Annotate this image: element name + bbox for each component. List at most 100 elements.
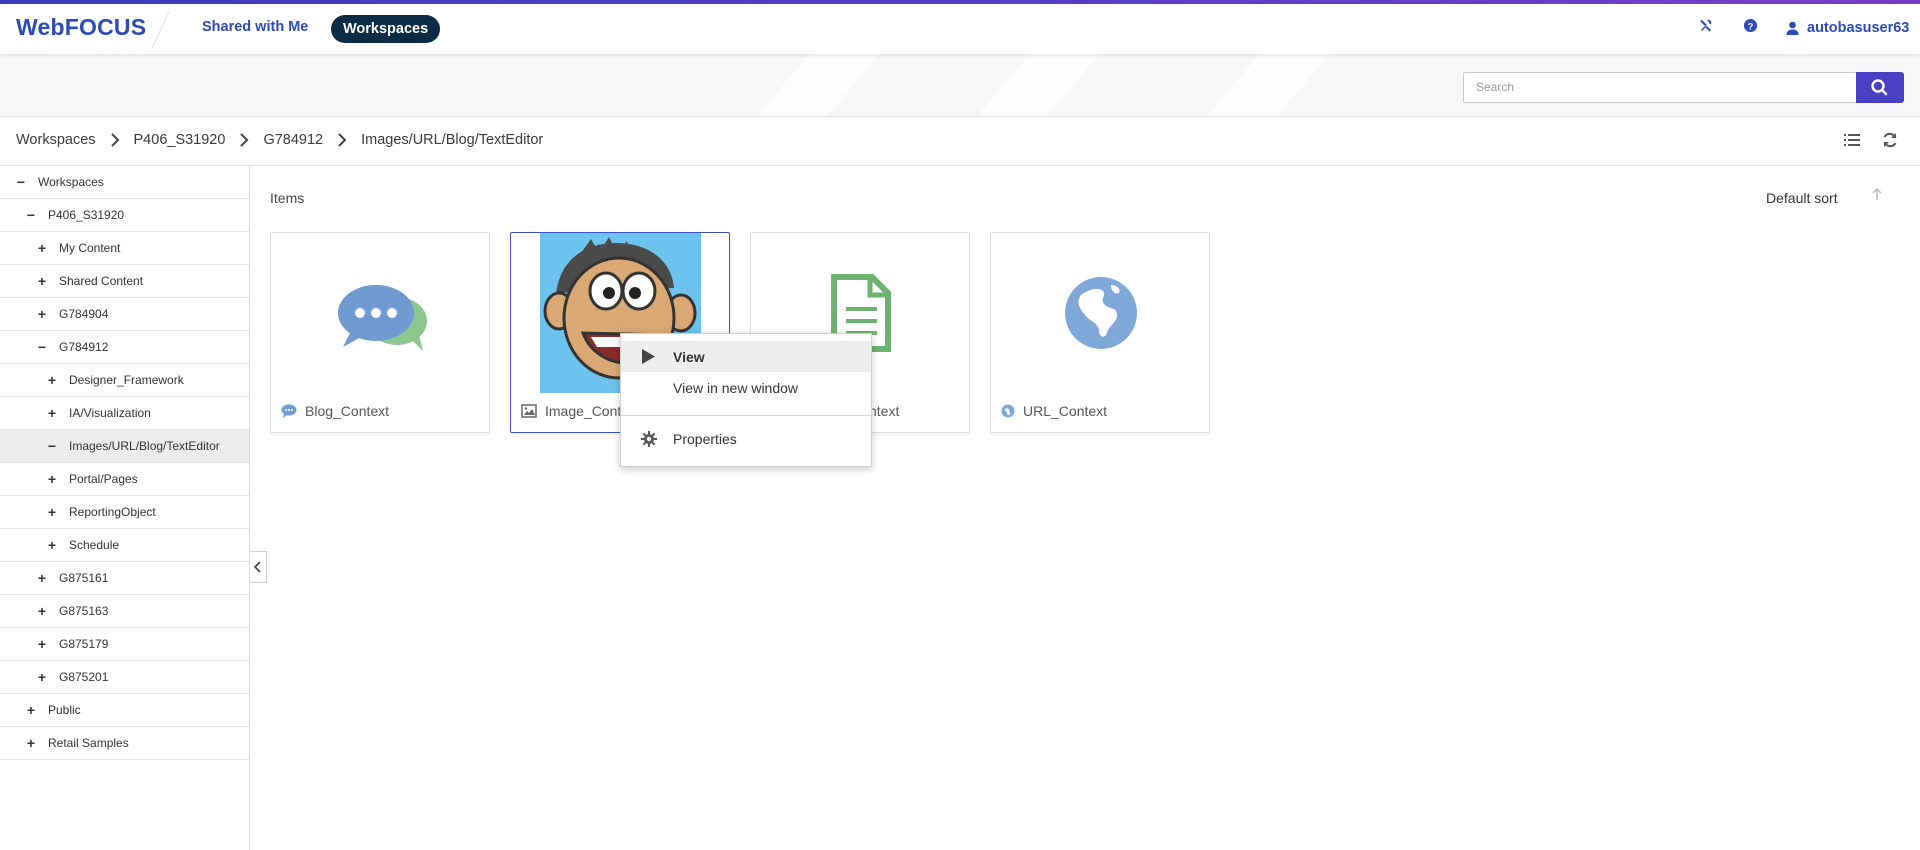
tree-item-label: G875179 [59,637,109,651]
chat-icon [281,404,297,418]
card-title: Image_Cont [521,403,621,419]
item-card-url[interactable]: URL_Context [990,232,1210,433]
tree-toggle-icon[interactable]: + [37,306,47,322]
tree-item[interactable]: − G784912 [0,331,249,364]
tree-item-label: Designer_Framework [69,373,184,387]
tree-item-label: Images/URL/Blog/TextEditor [69,439,220,453]
breadcrumb-bar: Workspaces P406_S31920 G784912 Images/UR… [0,117,1920,166]
tree-toggle-icon[interactable]: − [26,207,36,223]
tree-toggle-icon[interactable]: + [37,603,47,619]
search-button[interactable] [1856,72,1904,103]
tree-toggle-icon[interactable]: − [37,339,47,355]
tree-item[interactable]: + My Content [0,232,249,265]
search-icon [1871,79,1888,96]
tree-toggle-icon[interactable]: + [47,372,57,388]
tree-toggle-icon[interactable]: + [37,240,47,256]
tree-item[interactable]: + Portal/Pages [0,463,249,496]
menu-item-label: View in new window [673,380,799,396]
tree-toggle-icon[interactable]: + [37,570,47,586]
tree-item-label: My Content [59,241,121,255]
tree-toggle-icon[interactable]: + [47,471,57,487]
tree-toggle-icon[interactable]: − [16,174,26,190]
tree-item[interactable]: + Public [0,694,249,727]
tree-item-label: Schedule [69,538,120,552]
chevron-right-icon [338,133,347,147]
menu-item-label: View [673,349,705,365]
tree-toggle-icon[interactable]: + [47,537,57,553]
help-icon[interactable]: ? [1740,18,1760,38]
main-content: Items Default sort Blog_Context Image_Co… [251,166,1920,850]
card-title-text: Blog_Context [305,403,390,419]
user-menu[interactable]: autobasuser63 [1786,18,1909,38]
search-input[interactable]: Search [1463,72,1857,103]
nav-workspaces[interactable]: Workspaces [331,15,441,43]
breadcrumb-item[interactable]: G784912 [263,132,323,148]
tree-toggle-icon[interactable]: + [47,504,57,520]
tree-item[interactable]: − Workspaces [0,166,249,199]
app-logo[interactable]: WebFOCUS [16,14,146,41]
globe-small-icon [1001,404,1015,418]
tree-item-label: G784912 [59,340,109,354]
tree-item[interactable]: + IA/Visualization [0,397,249,430]
tree-toggle-icon[interactable]: + [47,405,57,421]
tree-toggle-icon[interactable]: + [37,669,47,685]
tree-item-label: G784904 [59,307,109,321]
tree-item[interactable]: + G875161 [0,562,249,595]
tree-item[interactable]: + Designer_Framework [0,364,249,397]
tree-item-label: Public [48,703,81,717]
tree-item[interactable]: + ReportingObject [0,496,249,529]
decor-stripe [970,54,1100,116]
tree-item[interactable]: − P406_S31920 [0,199,249,232]
menu-item-view[interactable]: View [621,341,871,372]
chat-bubbles-icon [338,285,427,351]
globe-icon [1065,277,1137,349]
play-icon [642,349,655,364]
breadcrumb-item[interactable]: Images/URL/Blog/TextEditor [361,132,543,148]
list-view-icon[interactable] [1843,131,1863,151]
card-title-text: URL_Context [1023,403,1108,419]
card-title: Blog_Context [281,403,389,419]
tree-item-label: Shared Content [59,274,144,288]
card-thumbnail [991,233,1209,393]
sort-dropdown[interactable]: Default sort [1766,190,1838,206]
tree-item[interactable]: + Schedule [0,529,249,562]
tree-toggle-icon[interactable]: + [26,735,36,751]
svg-text:?: ? [1747,21,1753,31]
menu-item-view-new-window[interactable]: View in new window [621,372,871,403]
tree-item-selected[interactable]: − Images/URL/Blog/TextEditor [0,430,249,463]
menu-divider [621,415,871,416]
search-band: Search [0,54,1920,117]
image-icon [521,404,537,418]
menu-item-properties[interactable]: Properties [621,423,871,454]
tree-item-label: ReportingObject [69,505,156,519]
tree-item[interactable]: + G875201 [0,661,249,694]
breadcrumb-item[interactable]: P406_S31920 [134,132,226,148]
tree-toggle-icon[interactable]: + [37,636,47,652]
tree-item-label: G875161 [59,571,109,585]
tree-item[interactable]: + Shared Content [0,265,249,298]
tree-item[interactable]: + G875179 [0,628,249,661]
tools-icon[interactable] [1696,18,1716,38]
tree-item-label: Retail Samples [48,736,129,750]
tree-toggle-icon[interactable]: − [47,438,57,454]
menu-item-label: Properties [673,431,737,447]
tree-item-label: G875163 [59,604,109,618]
tree-item-label: IA/Visualization [69,406,151,420]
breadcrumb-item[interactable]: Workspaces [16,132,96,148]
tree-item[interactable]: + Retail Samples [0,727,249,760]
refresh-icon[interactable] [1881,131,1901,151]
tree-item-label: G875201 [59,670,109,684]
tree-toggle-icon[interactable]: + [37,273,47,289]
gear-icon [641,431,657,447]
card-title-text: ntext [869,403,900,419]
user-name: autobasuser63 [1807,20,1910,36]
breadcrumb: Workspaces P406_S31920 G784912 Images/UR… [16,132,543,148]
tree-item[interactable]: + G784904 [0,298,249,331]
chevron-right-icon [240,133,249,147]
tree-item[interactable]: + G875163 [0,595,249,628]
tree-toggle-icon[interactable]: + [26,702,36,718]
item-card-blog[interactable]: Blog_Context [270,232,490,433]
tree-item-label: P406_S31920 [48,208,125,222]
sort-direction-icon[interactable] [1871,187,1883,204]
nav-shared-with-me[interactable]: Shared with Me [202,19,308,35]
